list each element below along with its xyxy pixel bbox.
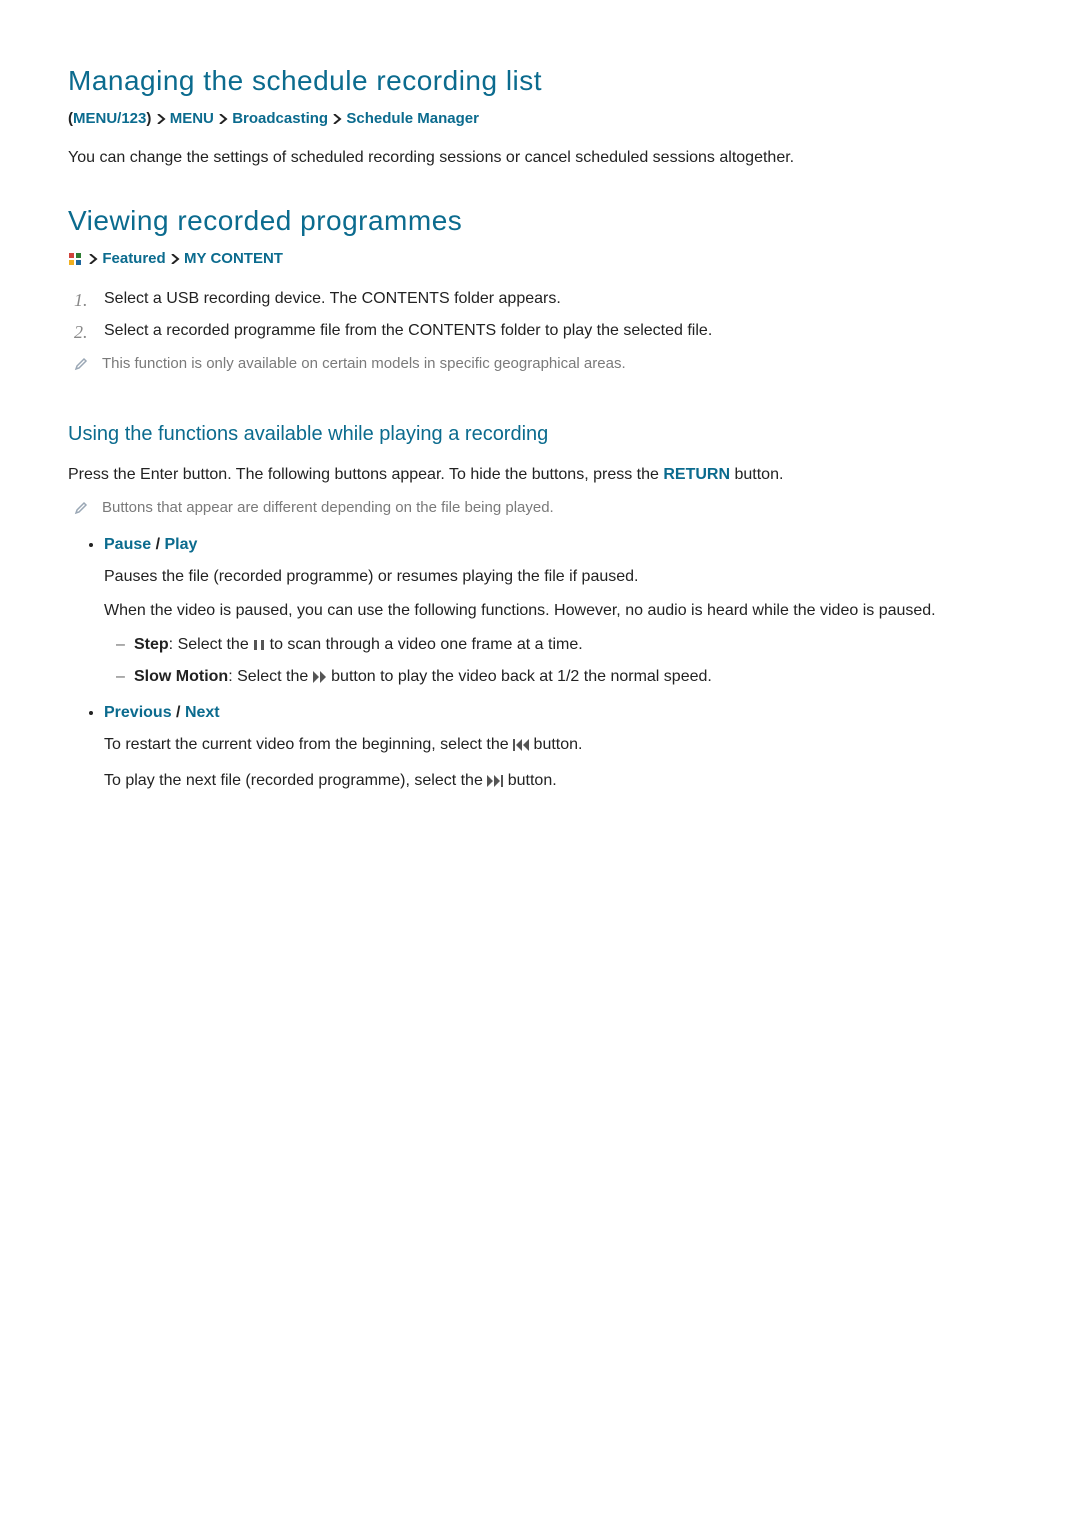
ordered-list: Select a USB recording device. The CONTE… xyxy=(68,287,1012,343)
head-part: Play xyxy=(164,536,197,553)
section-body: Press the Enter button. The following bu… xyxy=(68,463,1012,487)
bullet-list: Pause / Play Pauses the file (recorded p… xyxy=(68,533,1012,795)
breadcrumb-item: MY CONTENT xyxy=(184,250,283,267)
note: This function is only available on certa… xyxy=(68,353,1012,379)
chevron-right-icon xyxy=(156,109,166,132)
body-post: button. xyxy=(503,772,556,789)
note-text: Buttons that appear are different depend… xyxy=(102,497,554,520)
body-pre: To play the next file (recorded programm… xyxy=(104,772,487,789)
sub-label: Slow Motion xyxy=(134,668,228,685)
sub-post: to scan through a video one frame at a t… xyxy=(265,636,583,653)
paren-close: ) xyxy=(146,110,151,127)
fast-forward-icon xyxy=(313,667,327,691)
breadcrumb-root: MENU/123 xyxy=(73,110,146,127)
list-item: Pause / Play Pauses the file (recorded p… xyxy=(104,533,1012,691)
section-body: You can change the settings of scheduled… xyxy=(68,146,1012,170)
list-item: Select a USB recording device. The CONTE… xyxy=(98,287,1012,311)
breadcrumb: (MENU/123) MENU Broadcasting Schedule Ma… xyxy=(68,108,1012,132)
sub-pre: : Select the xyxy=(169,636,254,653)
smart-hub-icon xyxy=(68,251,82,274)
list-item-body: When the video is paused, you can use th… xyxy=(104,599,1012,623)
head-part: Next xyxy=(185,704,220,721)
list-item: Slow Motion: Select the button to play t… xyxy=(116,665,1012,691)
note-icon xyxy=(74,355,88,379)
pause-icon xyxy=(253,635,265,659)
section-title: Viewing recorded programmes xyxy=(68,200,1012,242)
return-keyword: RETURN xyxy=(663,466,730,483)
list-item-body: To play the next file (recorded programm… xyxy=(104,769,1012,795)
list-item: Previous / Next To restart the current v… xyxy=(104,701,1012,795)
list-item-body: Pauses the file (recorded programme) or … xyxy=(104,565,1012,589)
intro-text: Press the Enter button. The following bu… xyxy=(68,466,663,483)
breadcrumb-item: Broadcasting xyxy=(232,110,328,127)
head-part: Pause xyxy=(104,536,151,553)
note-text: This function is only available on certa… xyxy=(102,353,626,376)
list-item-head: Previous / Next xyxy=(104,701,1012,725)
head-sep: / xyxy=(151,536,164,553)
sub-pre: : Select the xyxy=(228,668,313,685)
head-sep: / xyxy=(172,704,185,721)
breadcrumb-item: MENU xyxy=(170,110,214,127)
intro-text: button. xyxy=(730,466,783,483)
sub-label: Step xyxy=(134,636,169,653)
breadcrumb-item: Featured xyxy=(102,250,165,267)
head-part: Previous xyxy=(104,704,172,721)
skip-previous-icon xyxy=(513,735,529,759)
chevron-right-icon xyxy=(332,109,342,132)
note-icon xyxy=(74,499,88,523)
dash-list: Step: Select the to scan through a video… xyxy=(104,633,1012,691)
skip-next-icon xyxy=(487,771,503,795)
body-post: button. xyxy=(529,736,582,753)
chevron-right-icon xyxy=(218,109,228,132)
breadcrumb: Featured MY CONTENT xyxy=(68,248,1012,274)
sub-post: button to play the video back at 1/2 the… xyxy=(327,668,712,685)
sub-section-title: Using the functions available while play… xyxy=(68,419,1012,449)
list-item-body: To restart the current video from the be… xyxy=(104,733,1012,759)
note: Buttons that appear are different depend… xyxy=(68,497,1012,523)
chevron-right-icon xyxy=(88,249,98,272)
breadcrumb-item: Schedule Manager xyxy=(346,110,479,127)
chevron-right-icon xyxy=(170,249,180,272)
list-item-head: Pause / Play xyxy=(104,533,1012,557)
list-item: Select a recorded programme file from th… xyxy=(98,319,1012,343)
list-item: Step: Select the to scan through a video… xyxy=(116,633,1012,659)
body-pre: To restart the current video from the be… xyxy=(104,736,513,753)
section-title: Managing the schedule recording list xyxy=(68,60,1012,102)
